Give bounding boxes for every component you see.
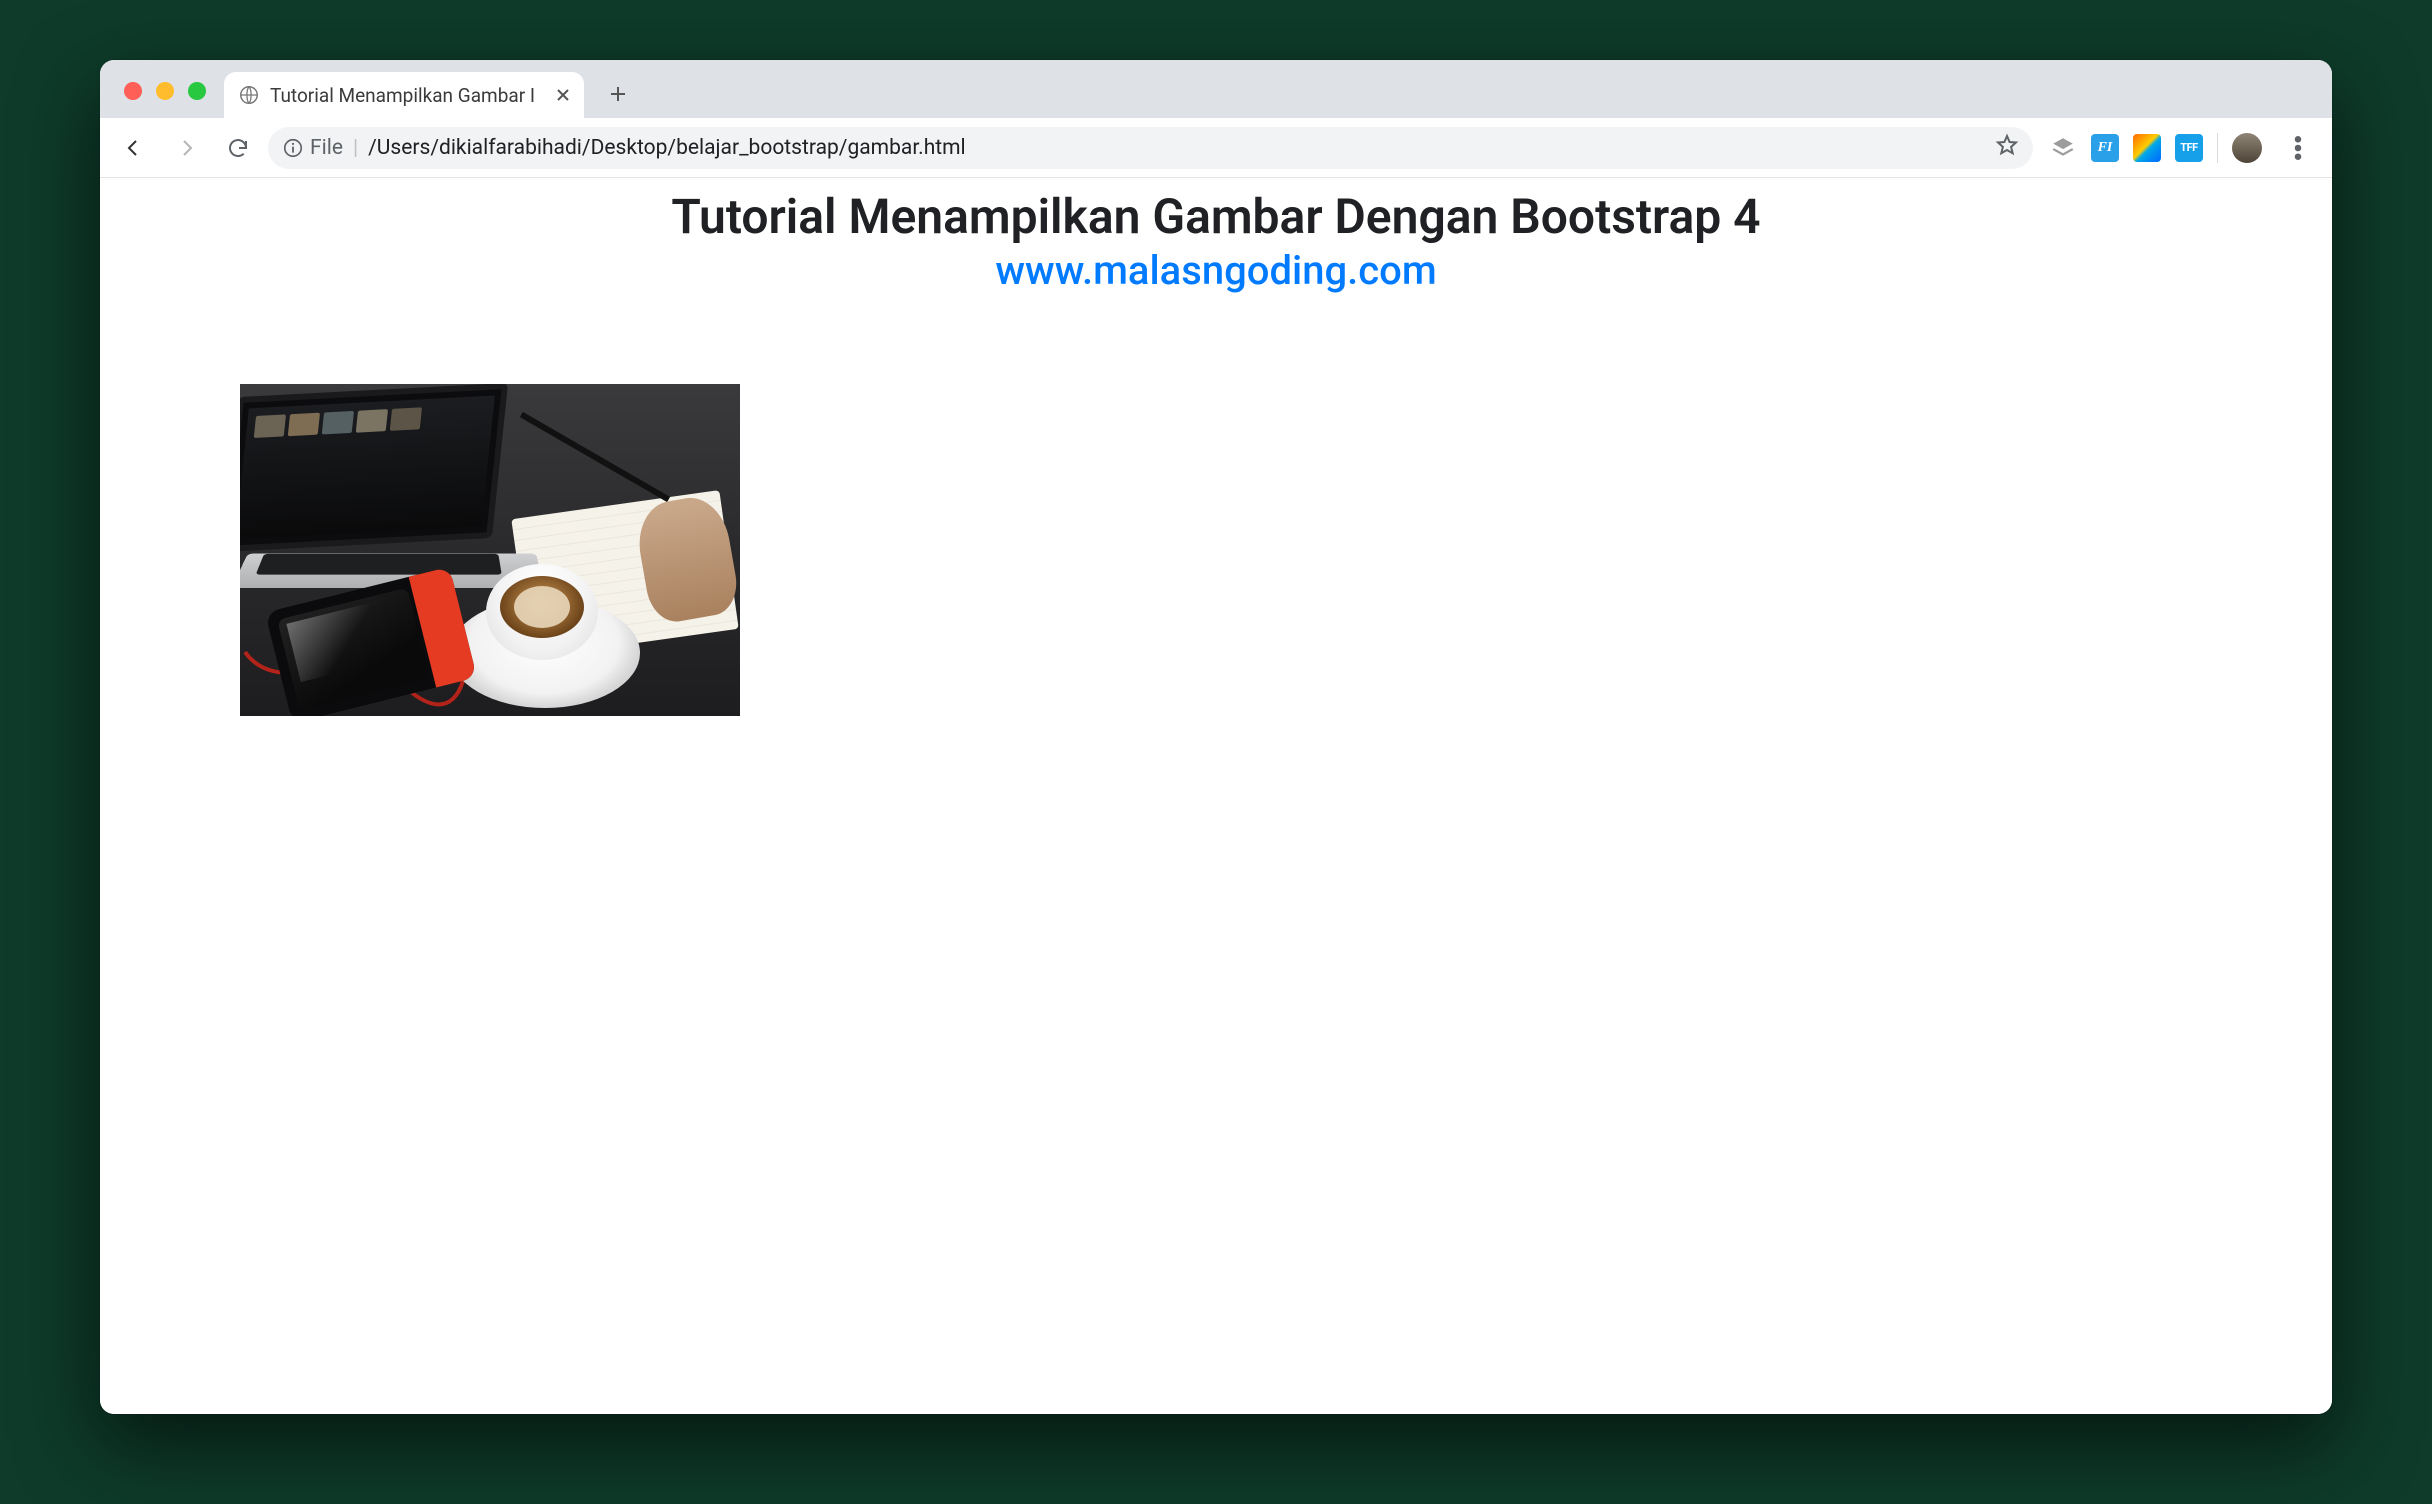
extension-layers-icon[interactable] bbox=[2049, 134, 2077, 162]
extension-tff-icon[interactable]: TFF bbox=[2175, 134, 2203, 162]
tab-close-button[interactable] bbox=[556, 88, 570, 102]
extension-f1-icon[interactable]: FI bbox=[2091, 134, 2119, 162]
new-tab-button[interactable] bbox=[600, 76, 636, 112]
toolbar-right: FI TFF bbox=[2041, 126, 2320, 170]
bookmark-star-button[interactable] bbox=[1995, 133, 2019, 163]
browser-tab-active[interactable]: Tutorial Menampilkan Gambar I bbox=[224, 72, 584, 118]
toolbar-separator bbox=[2217, 133, 2218, 163]
tab-strip: Tutorial Menampilkan Gambar I bbox=[100, 60, 2332, 118]
window-minimize-button[interactable] bbox=[156, 82, 174, 100]
omnibox-scheme: File bbox=[310, 136, 343, 160]
desktop-backdrop: Tutorial Menampilkan Gambar I bbox=[0, 0, 2432, 1504]
nav-back-button[interactable] bbox=[112, 126, 156, 170]
address-toolbar: File | /Users/dikialfarabihadi/Desktop/b… bbox=[100, 118, 2332, 178]
extension-colorpicker-icon[interactable] bbox=[2133, 134, 2161, 162]
window-zoom-button[interactable] bbox=[188, 82, 206, 100]
page-heading: Tutorial Menampilkan Gambar Dengan Boots… bbox=[100, 188, 2332, 245]
window-close-button[interactable] bbox=[124, 82, 142, 100]
content-image bbox=[240, 384, 740, 716]
browser-window: Tutorial Menampilkan Gambar I bbox=[100, 60, 2332, 1414]
chrome-menu-button[interactable] bbox=[2276, 126, 2320, 170]
window-controls bbox=[124, 82, 206, 100]
omnibox-separator: | bbox=[349, 136, 362, 160]
globe-icon bbox=[238, 84, 260, 106]
profile-avatar-button[interactable] bbox=[2232, 133, 2262, 163]
page-subheading-link[interactable]: www.malasngoding.com bbox=[100, 247, 2332, 294]
nav-reload-button[interactable] bbox=[216, 126, 260, 170]
site-info-icon[interactable] bbox=[282, 137, 304, 159]
tab-title: Tutorial Menampilkan Gambar I bbox=[270, 84, 546, 107]
nav-forward-button[interactable] bbox=[164, 126, 208, 170]
omnibox[interactable]: File | /Users/dikialfarabihadi/Desktop/b… bbox=[268, 127, 2033, 169]
page-content: Tutorial Menampilkan Gambar Dengan Boots… bbox=[100, 178, 2332, 1414]
omnibox-path: /Users/dikialfarabihadi/Desktop/belajar_… bbox=[368, 136, 966, 160]
